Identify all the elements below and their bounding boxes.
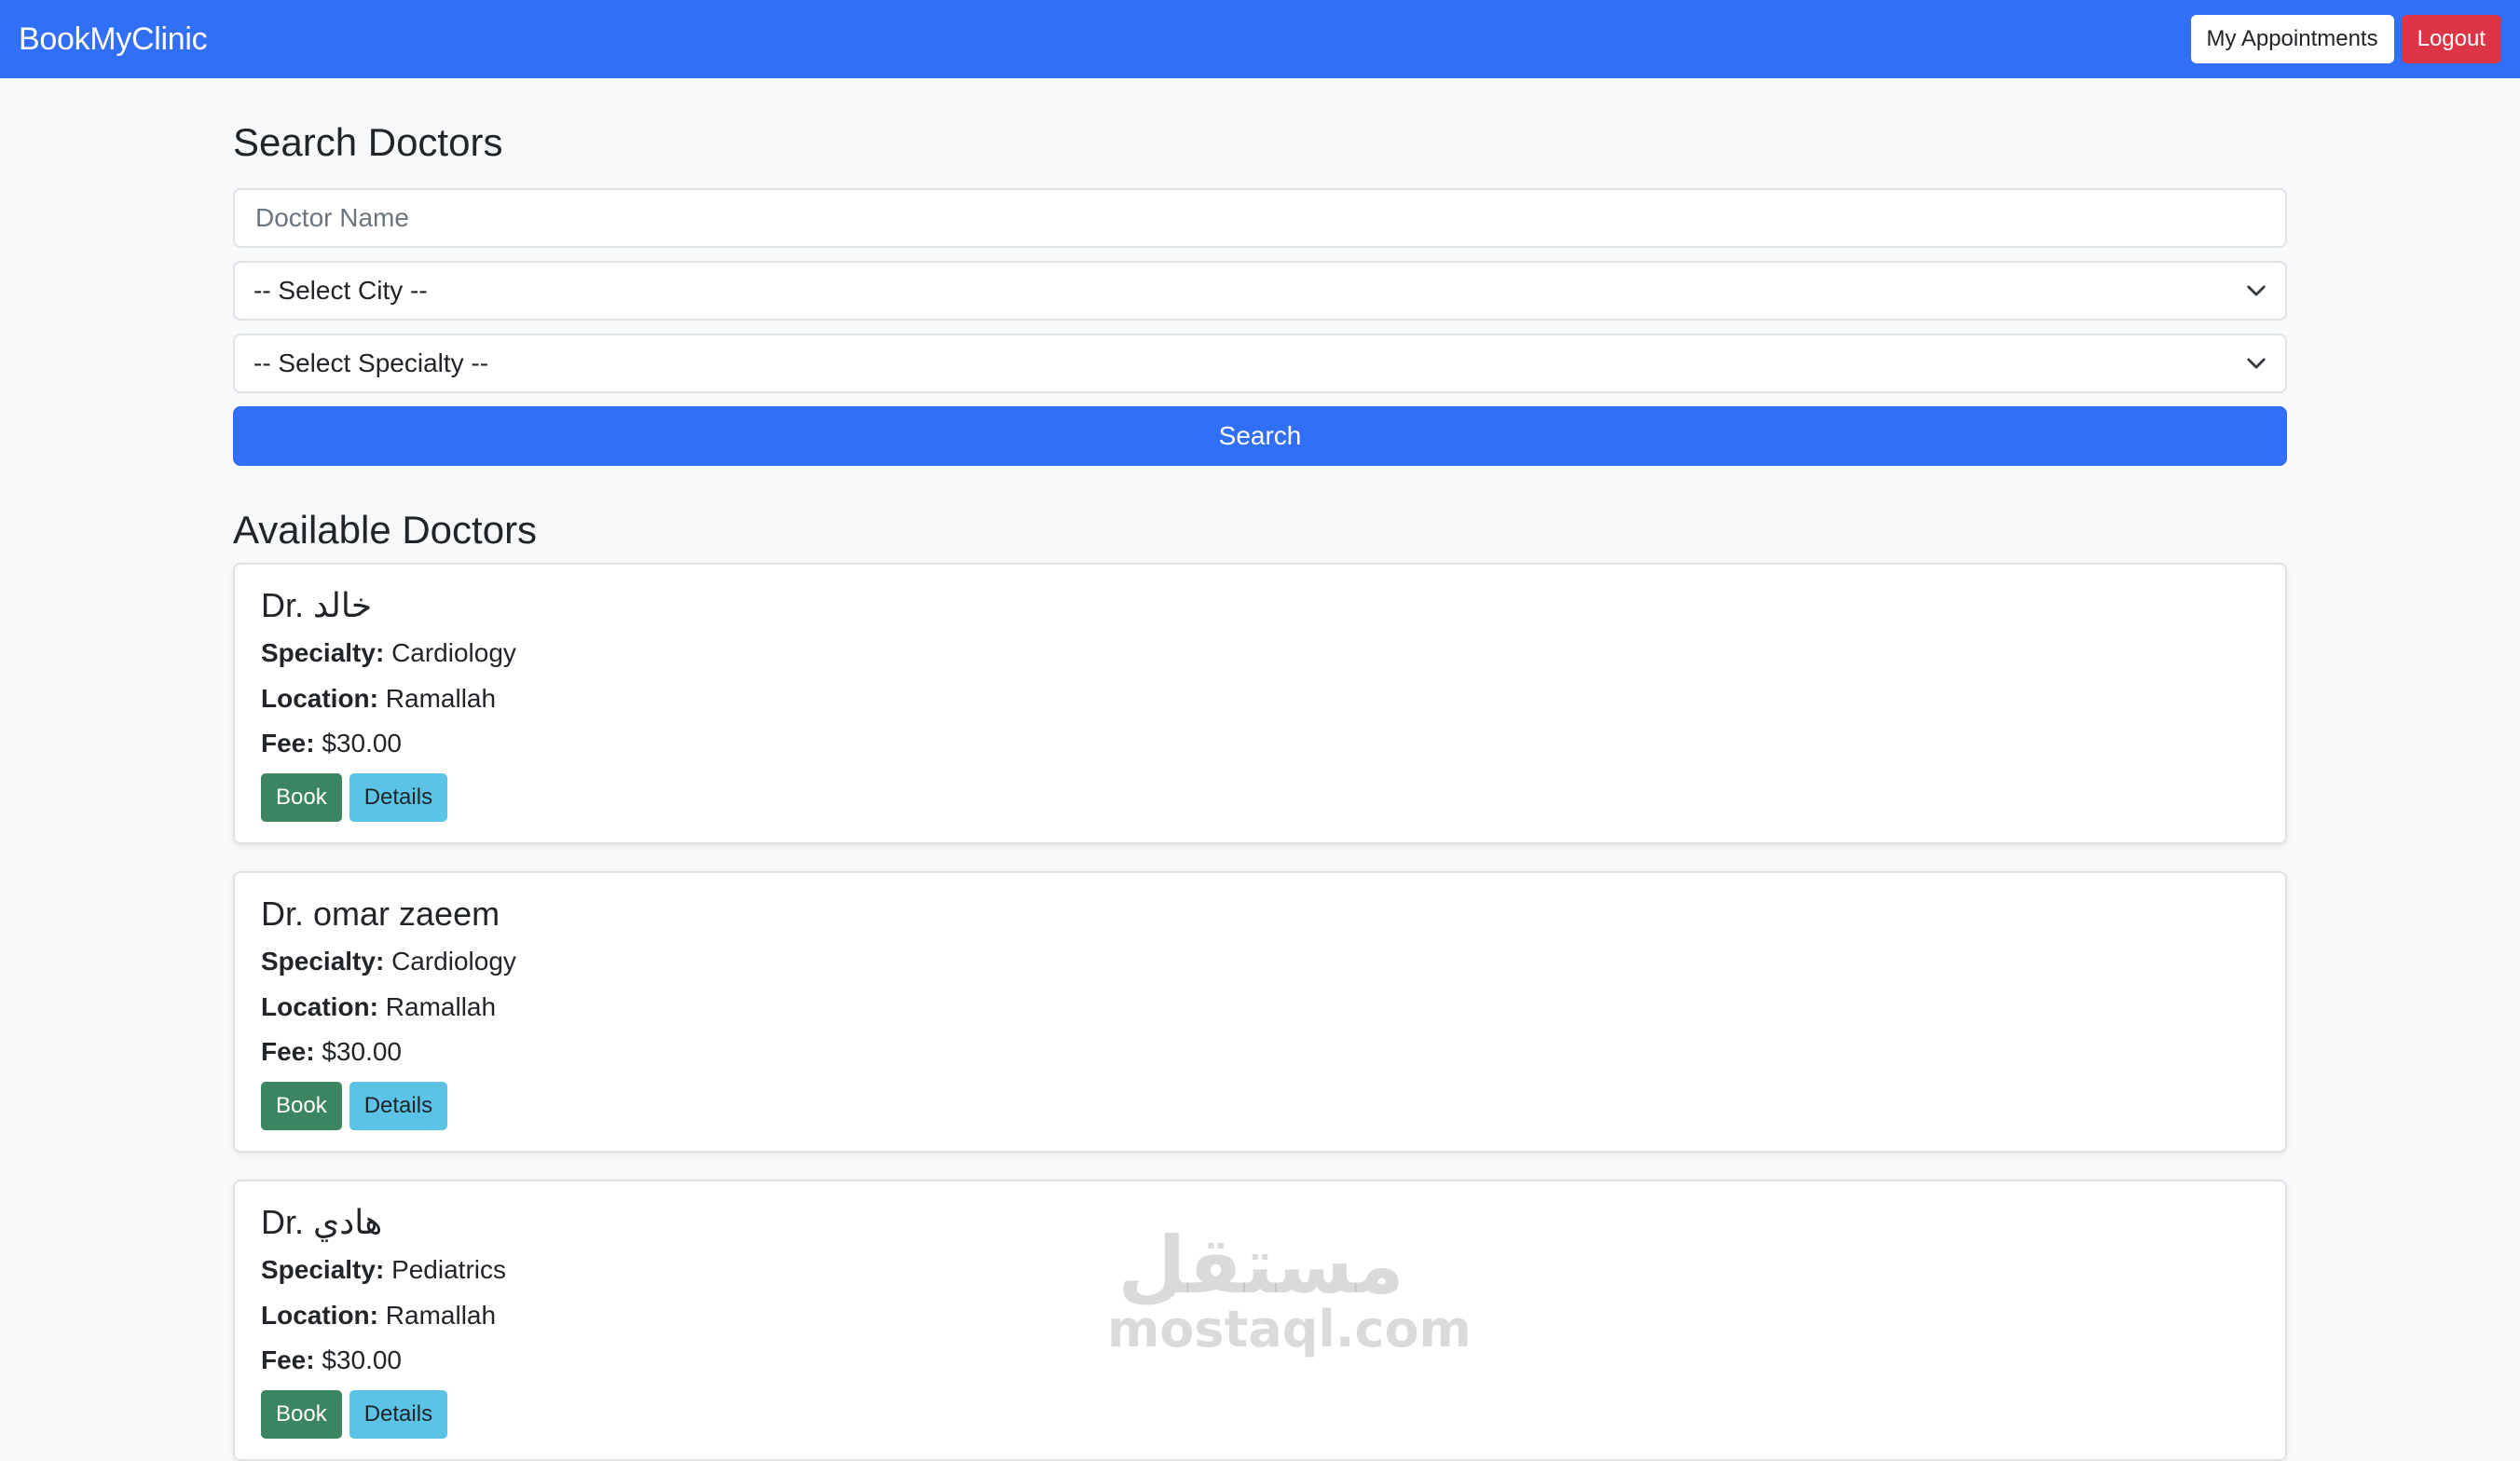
available-doctors-title: Available Doctors bbox=[233, 508, 538, 552]
book-button[interactable]: Book bbox=[261, 1390, 342, 1440]
doctor-name: Dr. خالد bbox=[261, 586, 373, 624]
doctor-fee: Fee: $30.00 bbox=[261, 727, 2259, 760]
nav-actions: My Appointments Logout bbox=[2190, 15, 2501, 63]
doctor-location: Location: Ramallah bbox=[261, 682, 2259, 716]
navbar: BookMyClinic My Appointments Logout bbox=[0, 0, 2520, 78]
specialty-label: Specialty: bbox=[261, 1255, 385, 1285]
book-button[interactable]: Book bbox=[261, 1082, 342, 1131]
specialty-select[interactable]: -- Select Specialty -- bbox=[233, 334, 2287, 393]
specialty-select-value: -- Select Specialty -- bbox=[253, 348, 489, 377]
fee-label: Fee: bbox=[261, 1036, 315, 1066]
search-button[interactable]: Search bbox=[233, 406, 2287, 466]
location-value: Ramallah bbox=[385, 991, 497, 1021]
book-button[interactable]: Book bbox=[261, 773, 342, 823]
specialty-label: Specialty: bbox=[261, 947, 385, 976]
doctor-card: Dr. omar zaeem Specialty: Cardiology Loc… bbox=[233, 871, 2287, 1153]
specialty-value: Cardiology bbox=[391, 638, 516, 668]
specialty-value: Cardiology bbox=[391, 947, 516, 976]
location-label: Location: bbox=[261, 991, 378, 1021]
doctor-specialty: Specialty: Cardiology bbox=[261, 945, 2259, 978]
location-value: Ramallah bbox=[385, 683, 497, 713]
logout-button[interactable]: Logout bbox=[2401, 15, 2501, 63]
fee-value: $30.00 bbox=[322, 728, 402, 758]
card-actions: Book Details bbox=[261, 773, 2259, 823]
doctor-fee: Fee: $30.00 bbox=[261, 1344, 2259, 1377]
fee-value: $30.00 bbox=[322, 1345, 402, 1374]
details-button[interactable]: Details bbox=[349, 773, 448, 823]
specialty-value: Pediatrics bbox=[391, 1255, 506, 1285]
brand-logo[interactable]: BookMyClinic bbox=[19, 21, 208, 58]
fee-value: $30.00 bbox=[322, 1036, 402, 1066]
fee-label: Fee: bbox=[261, 1345, 315, 1374]
doctor-fee: Fee: $30.00 bbox=[261, 1035, 2259, 1069]
chevron-down-icon bbox=[2247, 285, 2266, 296]
doctor-name: Dr. هادي bbox=[261, 1203, 383, 1241]
location-label: Location: bbox=[261, 683, 378, 713]
city-select[interactable]: -- Select City -- bbox=[233, 261, 2287, 321]
chevron-down-icon bbox=[2247, 358, 2266, 369]
details-button[interactable]: Details bbox=[349, 1082, 448, 1131]
doctor-name: Dr. omar zaeem bbox=[261, 894, 500, 933]
card-actions: Book Details bbox=[261, 1082, 2259, 1131]
specialty-label: Specialty: bbox=[261, 638, 385, 668]
doctor-name-input[interactable] bbox=[253, 202, 2267, 234]
card-actions: Book Details bbox=[261, 1390, 2259, 1440]
city-select-value: -- Select City -- bbox=[253, 276, 428, 305]
doctor-card: Dr. خالد Specialty: Cardiology Location:… bbox=[233, 563, 2287, 844]
search-title: Search Doctors bbox=[233, 120, 503, 164]
location-value: Ramallah bbox=[385, 1300, 497, 1330]
doctor-name-field[interactable] bbox=[233, 188, 2287, 248]
location-label: Location: bbox=[261, 1300, 378, 1330]
doctor-card: Dr. هادي Specialty: Pediatrics Location:… bbox=[233, 1180, 2287, 1461]
doctor-location: Location: Ramallah bbox=[261, 990, 2259, 1024]
doctor-specialty: Specialty: Pediatrics bbox=[261, 1253, 2259, 1287]
fee-label: Fee: bbox=[261, 728, 315, 758]
details-button[interactable]: Details bbox=[349, 1390, 448, 1440]
my-appointments-button[interactable]: My Appointments bbox=[2190, 15, 2394, 63]
doctor-location: Location: Ramallah bbox=[261, 1299, 2259, 1332]
doctor-specialty: Specialty: Cardiology bbox=[261, 636, 2259, 670]
